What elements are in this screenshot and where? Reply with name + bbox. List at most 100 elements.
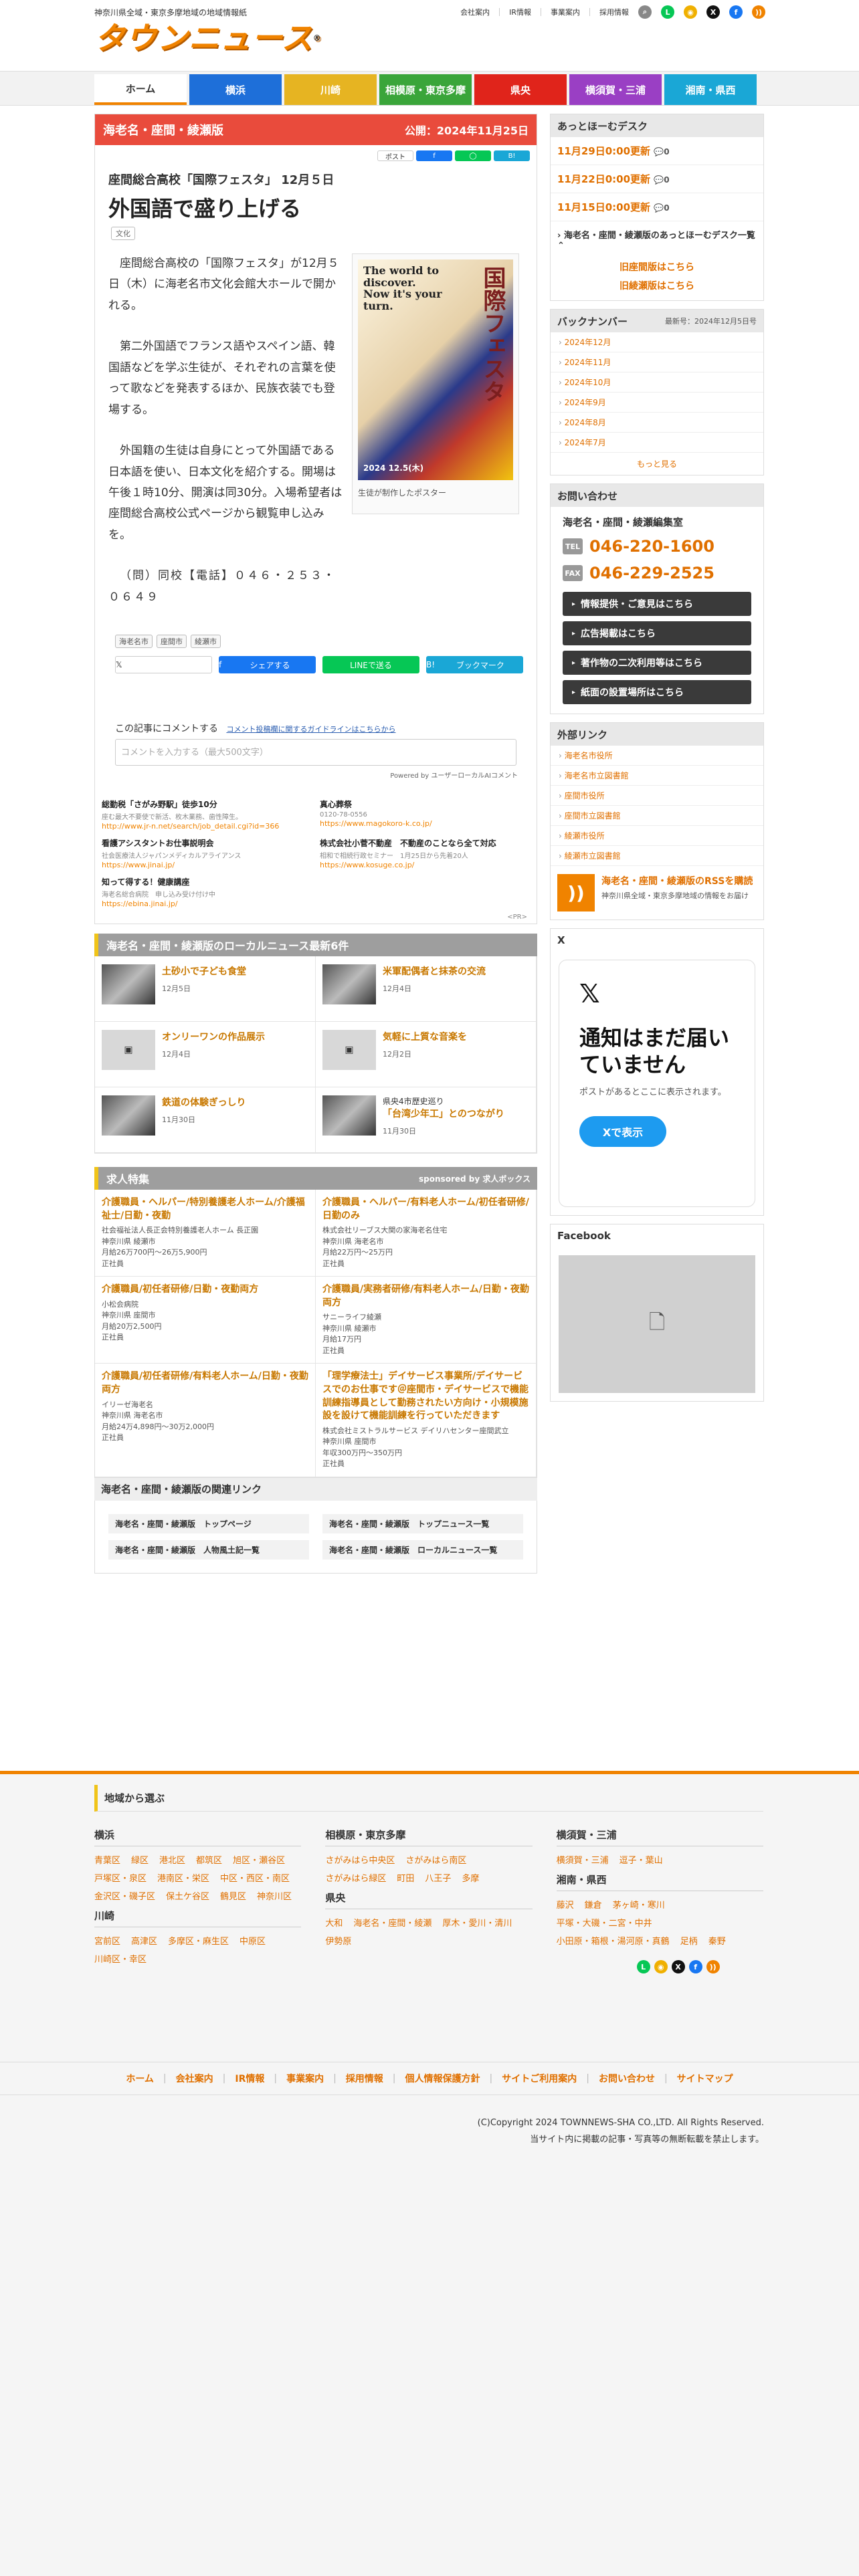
more-link[interactable]: もっと見る — [551, 453, 763, 475]
region-link[interactable]: 海老名・座間・綾瀬 — [353, 1916, 432, 1929]
region-link[interactable]: 厚木・愛川・清川 — [442, 1916, 512, 1929]
region-link[interactable]: 港南区・栄区 — [157, 1871, 209, 1884]
region-link[interactable]: 伊勢原 — [325, 1934, 351, 1947]
region-link[interactable]: 鶴見区 — [220, 1889, 246, 1902]
region-link[interactable]: 高津区 — [131, 1934, 157, 1947]
site-logo[interactable]: タウンニュース® — [94, 21, 322, 56]
view-on-x-button[interactable]: Xで表示 — [579, 1116, 666, 1147]
related-link[interactable]: 海老名・座間・綾瀬版 トップニュース一覧 — [322, 1513, 523, 1533]
region-link[interactable]: 平塚・大磯・二宮・中井 — [557, 1916, 652, 1929]
region-link[interactable]: 金沢区・磯子区 — [94, 1889, 155, 1902]
image-placeholder-icon[interactable]: ▣ — [102, 1030, 155, 1070]
rss-icon[interactable]: )) — [752, 5, 765, 19]
facebook-icon[interactable]: f — [729, 5, 743, 19]
rss-icon[interactable]: )) — [706, 1960, 720, 1973]
news-item[interactable]: 県央4市歴史巡り 「台湾少年工」とのつながり 11月30日 — [316, 1087, 537, 1153]
line-send-button[interactable]: LINEで送る — [322, 656, 419, 673]
region-link[interactable]: 川崎区・幸区 — [94, 1952, 147, 1965]
old-zama-link[interactable]: 旧座間版はこちら — [551, 257, 763, 276]
facebook-icon[interactable]: f — [688, 1960, 702, 1973]
region-link[interactable]: 鎌倉 — [585, 1898, 602, 1911]
nav-kawasaki[interactable]: 川崎 — [284, 74, 377, 105]
post-button[interactable]: 𝕏 ポストする — [115, 656, 212, 673]
facebook-embed[interactable]: 🗋 — [559, 1255, 755, 1393]
old-ayase-link[interactable]: 旧綾瀬版はこちら — [551, 276, 763, 300]
ad-item[interactable]: 総勤税「さがみ野駅」徒歩10分 座む最大不要使で新活、枚木業務、歯性障生。 http… — [102, 798, 312, 831]
paper-location-button[interactable]: 紙面の設置場所はこちら — [563, 680, 751, 704]
external-link[interactable]: 海老名市立図書館 — [551, 766, 763, 786]
region-link[interactable]: さがみはら南区 — [405, 1853, 466, 1866]
mini-line-button[interactable]: ◯ — [455, 150, 491, 161]
x-icon[interactable]: X — [706, 5, 720, 19]
nav-yokosuka[interactable]: 横須賀・三浦 — [569, 74, 662, 105]
news-thumbnail[interactable] — [102, 964, 155, 1004]
tag-ayase[interactable]: 綾瀬市 — [191, 635, 221, 648]
news-thumbnail[interactable] — [322, 1095, 376, 1136]
poster-image[interactable]: The world to discover. Now it's your tur… — [358, 259, 513, 480]
image-placeholder-icon[interactable]: ▣ — [322, 1030, 376, 1070]
news-item[interactable]: 土砂小で子ども食堂 12月5日 — [95, 956, 316, 1022]
news-thumbnail[interactable] — [322, 964, 376, 1004]
mini-post-button[interactable]: ポスト — [377, 150, 413, 161]
back-number-item[interactable]: 2024年8月 — [551, 413, 763, 433]
footer-link[interactable]: 個人情報保護方針 — [405, 2072, 480, 2085]
news-item[interactable]: 米軍配偶者と抹茶の交流 12月4日 — [316, 956, 537, 1022]
desk-item[interactable]: 11月22日0:00更新 💬0 — [551, 165, 763, 193]
ad-item[interactable]: 株式会社小菅不動産 不動産のことなら全て対応 相和で相続行政セミナー 1月25日か… — [320, 837, 530, 869]
job-item[interactable]: 介護職員・ヘルパー/特別養護老人ホーム/介護福祉士/日勤・夜勤 社会福祉法人長正… — [95, 1190, 316, 1277]
region-link[interactable]: 藤沢 — [557, 1898, 574, 1911]
ad-item[interactable]: 知って得する！健康講座 海老名総合病院 申し込み受け付け中 https://ebin… — [102, 876, 312, 908]
region-link[interactable]: 戸塚区・泉区 — [94, 1871, 147, 1884]
search-icon[interactable]: ⌕ — [638, 5, 652, 19]
nav-sagamihara[interactable]: 相模原・東京多摩 — [379, 74, 472, 105]
external-link[interactable]: 座間市立図書館 — [551, 806, 763, 826]
region-link[interactable]: 逗子・葉山 — [619, 1853, 663, 1866]
job-item[interactable]: 「理学療法士」デイサービス事業所/デイサービスでのお仕事です＠座間市・デイサービ… — [316, 1364, 537, 1477]
region-link[interactable]: 秦野 — [708, 1934, 726, 1947]
related-link[interactable]: 海老名・座間・綾瀬版 人物風土記一覧 — [108, 1539, 309, 1560]
external-link[interactable]: 綾瀬市立図書館 — [551, 846, 763, 866]
region-link[interactable]: 神奈川区 — [257, 1889, 292, 1902]
region-link[interactable]: 都筑区 — [196, 1853, 222, 1866]
region-link[interactable]: 宮前区 — [94, 1934, 120, 1947]
news-item[interactable]: ▣ 気軽に上質な音楽を 12月2日 — [316, 1022, 537, 1087]
footer-link[interactable]: お問い合わせ — [599, 2072, 655, 2085]
rss-subscribe[interactable]: )) 海老名・座間・綾瀬版のRSSを購読 神奈川県全域・東京多摩地域の情報をお届け — [551, 866, 763, 920]
footer-link[interactable]: IR情報 — [235, 2072, 264, 2085]
region-link[interactable]: 大和 — [325, 1916, 343, 1929]
back-number-item[interactable]: 2024年11月 — [551, 352, 763, 372]
region-link[interactable]: 足柄 — [680, 1934, 698, 1947]
news-thumbnail[interactable] — [102, 1095, 155, 1136]
job-item[interactable]: 介護職員/初任者研修/有料老人ホーム/日勤・夜勤両方 イリーゼ海老名 神奈川県 海… — [95, 1364, 316, 1477]
news-item[interactable]: 鉄道の体験ぎっしり 11月30日 — [95, 1087, 316, 1153]
nav-kenou[interactable]: 県央 — [474, 74, 567, 105]
back-number-item[interactable]: 2024年7月 — [551, 433, 763, 453]
podcast-icon[interactable]: ◉ — [684, 5, 697, 19]
job-item[interactable]: 介護職員/初任者研修/日勤・夜勤両方 小松会病院 神奈川県 座間市 月給20万2,5… — [95, 1277, 316, 1364]
info-submit-button[interactable]: 情報提供・ご意見はこちら — [563, 592, 751, 616]
region-link[interactable]: 横須賀・三浦 — [557, 1853, 609, 1866]
ad-item[interactable]: 真心葬祭 0120-78-0556 https://www.magokoro-k.c… — [320, 798, 530, 831]
top-link-company[interactable]: 会社案内 — [460, 7, 490, 17]
back-number-item[interactable]: 2024年12月 — [551, 332, 763, 352]
job-item[interactable]: 介護職員/実務者研修/有料老人ホーム/日勤・夜勤両方 サニーライフ綾瀬 神奈川県 … — [316, 1277, 537, 1364]
logo-area[interactable]: 神奈川県全域・東京多摩地域の地域情報紙 タウンニュース® — [94, 7, 322, 56]
footer-link[interactable]: サイトマップ — [677, 2072, 733, 2085]
nav-yokohama[interactable]: 横浜 — [189, 74, 282, 105]
region-link[interactable]: 多摩区・麻生区 — [168, 1934, 229, 1947]
region-link[interactable]: 青葉区 — [94, 1853, 120, 1866]
bookmark-button[interactable]: B! ブックマーク — [426, 656, 523, 673]
top-link-recruit[interactable]: 採用情報 — [599, 7, 629, 17]
region-link[interactable]: 八王子 — [425, 1871, 451, 1884]
region-link[interactable]: 町田 — [397, 1871, 414, 1884]
footer-link[interactable]: サイトご利用案内 — [502, 2072, 577, 2085]
comment-guideline-link[interactable]: コメント投稿欄に関するガイドラインはこちらから — [226, 725, 395, 734]
desk-item[interactable]: 11月29日0:00更新 💬0 — [551, 137, 763, 165]
region-link[interactable]: 港北区 — [159, 1853, 185, 1866]
secondary-use-button[interactable]: 著作物の二次利用等はこちら — [563, 651, 751, 675]
desk-item[interactable]: 11月15日0:00更新 💬0 — [551, 193, 763, 221]
podcast-icon[interactable]: ◉ — [654, 1960, 668, 1973]
region-link[interactable]: 中区・西区・南区 — [220, 1871, 290, 1884]
ad-placement-button[interactable]: 広告掲載はこちら — [563, 621, 751, 645]
related-link[interactable]: 海老名・座間・綾瀬版 ローカルニュース一覧 — [322, 1539, 523, 1560]
